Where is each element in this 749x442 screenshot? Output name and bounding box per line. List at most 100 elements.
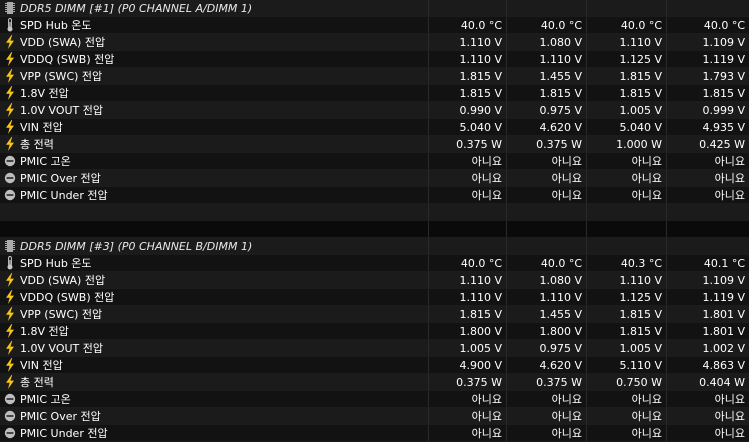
value-cell: 아니요 (666, 187, 749, 203)
lightning-icon (4, 290, 16, 304)
table-row[interactable]: PMIC Over 전압 아니요 아니요 아니요 아니요 (0, 170, 749, 187)
table-row[interactable]: PMIC Under 전압 아니요 아니요 아니요 아니요 (0, 187, 749, 204)
sensor-label: 1.0V VOUT 전압 (20, 104, 104, 117)
table-row[interactable]: VDD (SWA) 전압 1.110 V 1.080 V 1.110 V 1.109 V (0, 34, 749, 51)
value-cell: 0.999 V (666, 102, 749, 118)
value-cell: 아니요 (666, 391, 749, 407)
table-row[interactable]: VIN 전압 5.040 V 4.620 V 5.040 V 4.935 V (0, 119, 749, 136)
value-cell: 4.863 V (666, 357, 749, 373)
sensor-label: 1.0V VOUT 전압 (20, 342, 104, 355)
sensor-label: 총 전력 (20, 376, 54, 389)
lightning-icon (4, 52, 16, 66)
sensor-label: VDD (SWA) 전압 (20, 36, 106, 49)
sensor-name-cell: 총 전력 (0, 136, 428, 152)
table-row[interactable]: VPP (SWC) 전압 1.815 V 1.455 V 1.815 V 1.793 V (0, 68, 749, 85)
value-cell: 1.005 V (586, 102, 666, 118)
status-circle-icon (4, 392, 16, 406)
lightning-icon (4, 307, 16, 321)
table-row[interactable]: VDD (SWA) 전압 1.110 V 1.080 V 1.110 V 1.109 V (0, 272, 749, 289)
value-cell (506, 204, 586, 220)
value-cell: 4.620 V (506, 119, 586, 135)
value-cell: 1.125 V (586, 289, 666, 305)
value-cell (586, 204, 666, 220)
value-cell (428, 238, 506, 254)
value-cell: 1.793 V (666, 68, 749, 84)
table-row[interactable]: 총 전력 0.375 W 0.375 W 0.750 W 0.404 W (0, 374, 749, 391)
sensor-name-cell: VDD (SWA) 전압 (0, 272, 428, 288)
sensor-name-cell: PMIC Under 전압 (0, 425, 428, 441)
table-row[interactable]: VPP (SWC) 전압 1.815 V 1.455 V 1.815 V 1.801 V (0, 306, 749, 323)
sensor-name-cell: PMIC 고온 (0, 391, 428, 407)
value-cell: 1.110 V (586, 34, 666, 50)
value-cell: 아니요 (506, 425, 586, 441)
sensor-name-cell: PMIC Under 전압 (0, 187, 428, 203)
status-circle-icon (4, 154, 16, 168)
value-cell: 40.0 °C (586, 17, 666, 33)
table-row[interactable]: VIN 전압 4.900 V 4.620 V 5.110 V 4.863 V (0, 357, 749, 374)
value-cell: 0.425 W (666, 136, 749, 152)
table-row[interactable]: 1.0V VOUT 전압 0.990 V 0.975 V 1.005 V 0.999 V (0, 102, 749, 119)
table-row[interactable]: PMIC 고온 아니요 아니요 아니요 아니요 (0, 391, 749, 408)
value-cell: 1.815 V (586, 306, 666, 322)
value-cell (428, 204, 506, 220)
sensor-name-cell: VIN 전압 (0, 357, 428, 373)
value-cell: 1.455 V (506, 306, 586, 322)
value-cell: 0.975 V (506, 102, 586, 118)
value-cell: 40.0 °C (428, 17, 506, 33)
value-cell: 1.005 V (428, 340, 506, 356)
table-row[interactable]: VDDQ (SWB) 전압 1.110 V 1.110 V 1.125 V 1.119 … (0, 51, 749, 68)
value-cell: 아니요 (666, 425, 749, 441)
value-cell: 아니요 (506, 153, 586, 169)
table-row[interactable]: VDDQ (SWB) 전압 1.110 V 1.110 V 1.125 V 1.119 … (0, 289, 749, 306)
value-cell: 아니요 (586, 425, 666, 441)
table-row[interactable]: SPD Hub 온도 40.0 °C 40.0 °C 40.3 °C 40.1 °C (0, 255, 749, 272)
status-circle-icon (4, 171, 16, 185)
lightning-icon (4, 341, 16, 355)
status-circle-icon (4, 188, 16, 202)
sensor-label: PMIC Over 전압 (20, 410, 101, 423)
value-cell: 아니요 (506, 408, 586, 424)
value-cell: 4.935 V (666, 119, 749, 135)
value-cell: 아니요 (586, 153, 666, 169)
sensor-label: PMIC Under 전압 (20, 427, 108, 440)
sensor-name-cell: VPP (SWC) 전압 (0, 68, 428, 84)
value-cell: 0.975 V (506, 340, 586, 356)
value-cell: 5.110 V (586, 357, 666, 373)
sensor-name-cell: 1.8V 전압 (0, 85, 428, 101)
value-cell: 아니요 (506, 391, 586, 407)
value-cell: 1.109 V (666, 34, 749, 50)
value-cell: 1.110 V (428, 51, 506, 67)
table-row[interactable]: 1.8V 전압 1.800 V 1.800 V 1.815 V 1.801 V (0, 323, 749, 340)
value-cell: 아니요 (666, 153, 749, 169)
table-row[interactable]: 총 전력 0.375 W 0.375 W 1.000 W 0.425 W (0, 136, 749, 153)
table-row[interactable]: 1.0V VOUT 전압 1.005 V 0.975 V 1.005 V 1.002 V (0, 340, 749, 357)
sensor-name-cell: 1.0V VOUT 전압 (0, 102, 428, 118)
table-row[interactable]: PMIC Over 전압 아니요 아니요 아니요 아니요 (0, 408, 749, 425)
value-cell: 0.375 W (428, 374, 506, 390)
sensor-label: VIN 전압 (20, 121, 63, 134)
sensor-table: DDR5 DIMM [#1] (P0 CHANNEL A/DIMM 1) SPD … (0, 0, 749, 442)
value-cell: 아니요 (428, 408, 506, 424)
value-cell: 1.119 V (666, 289, 749, 305)
table-row[interactable]: PMIC 고온 아니요 아니요 아니요 아니요 (0, 153, 749, 170)
chip-icon (4, 1, 16, 15)
sensor-label: VDD (SWA) 전압 (20, 274, 106, 287)
value-cell: 1.080 V (506, 272, 586, 288)
section-header[interactable]: DDR5 DIMM [#1] (P0 CHANNEL A/DIMM 1) (0, 0, 749, 17)
lightning-icon (4, 375, 16, 389)
sensor-label: 총 전력 (20, 138, 54, 151)
value-cell: 1.815 V (586, 68, 666, 84)
value-cell: 1.110 V (506, 289, 586, 305)
value-cell: 1.125 V (586, 51, 666, 67)
sensor-label: VDDQ (SWB) 전압 (20, 53, 115, 66)
table-row[interactable]: 1.8V 전압 1.815 V 1.815 V 1.815 V 1.815 V (0, 85, 749, 102)
section-title-cell: DDR5 DIMM [#1] (P0 CHANNEL A/DIMM 1) (0, 0, 428, 16)
table-row[interactable]: SPD Hub 온도 40.0 °C 40.0 °C 40.0 °C 40.0 °C (0, 17, 749, 34)
value-cell: 아니요 (586, 391, 666, 407)
value-cell (586, 221, 666, 237)
value-cell (666, 221, 749, 237)
value-cell (506, 238, 586, 254)
sensor-label: PMIC 고온 (20, 393, 71, 406)
section-header[interactable]: DDR5 DIMM [#3] (P0 CHANNEL B/DIMM 1) (0, 238, 749, 255)
value-cell: 1.119 V (666, 51, 749, 67)
